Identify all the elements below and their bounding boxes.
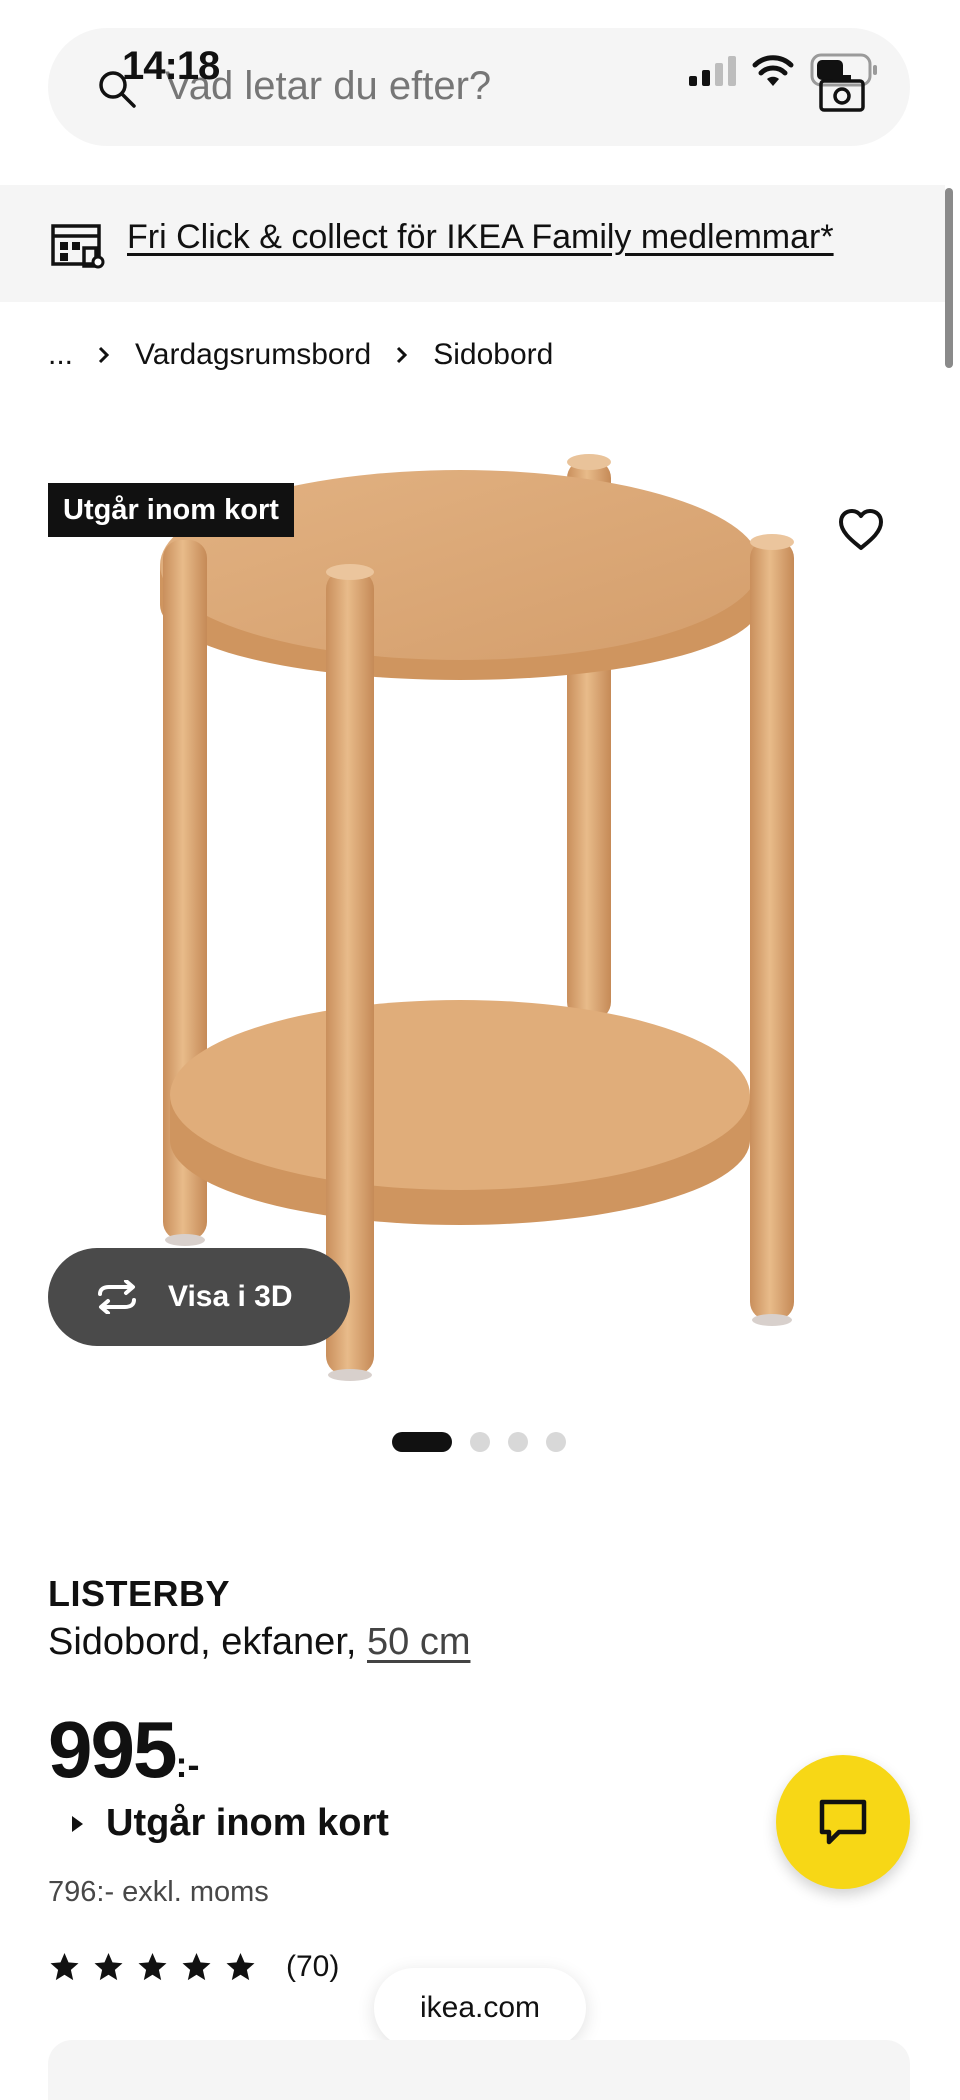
- chat-icon: [819, 1799, 867, 1845]
- star-icon: [50, 1953, 79, 1981]
- product-description-text: Sidobord, ekfaner,: [48, 1621, 357, 1663]
- scrollbar[interactable]: [945, 188, 953, 368]
- breadcrumb-item-sidobord[interactable]: Sidobord: [433, 338, 553, 372]
- availability-text: Utgår inom kort: [106, 1802, 389, 1844]
- star-icon: [94, 1953, 123, 1981]
- breadcrumb-ellipsis[interactable]: ...: [48, 338, 73, 372]
- star-icon: [182, 1953, 211, 1981]
- star-icon: [138, 1953, 167, 1981]
- heart-icon[interactable]: [836, 505, 886, 555]
- triangle-right-icon: [72, 1815, 83, 1832]
- status-time: 14:18: [122, 44, 220, 88]
- price-value: 995: [48, 1705, 177, 1794]
- view-3d-label: Visa i 3D: [168, 1280, 293, 1313]
- store-icon: [51, 224, 105, 269]
- price-suffix: :-: [175, 1744, 200, 1785]
- review-count[interactable]: (70): [286, 1950, 339, 1984]
- carousel-dots: [392, 1432, 566, 1452]
- camera-icon[interactable]: [818, 72, 866, 112]
- rotate-3d-icon: [98, 1280, 136, 1314]
- breadcrumb: ... Vardagsrumsbord Sidobord: [48, 335, 553, 375]
- price: 995:-: [48, 1704, 199, 1796]
- bottom-card: [48, 2040, 910, 2100]
- wifi-icon: [752, 55, 794, 86]
- chat-button[interactable]: [776, 1755, 910, 1889]
- browser-address-pill[interactable]: ikea.com: [374, 1968, 586, 2048]
- star-icon: [226, 1953, 255, 1981]
- availability-toggle[interactable]: Utgår inom kort: [70, 1802, 389, 1845]
- promo-link[interactable]: Fri Click & collect för IKEA Family medl…: [127, 218, 834, 257]
- carousel-dot[interactable]: [546, 1432, 566, 1452]
- price-excl-vat: 796:- exkl. moms: [48, 1876, 269, 1908]
- status-badge: Utgår inom kort: [48, 483, 294, 537]
- carousel-dot[interactable]: [470, 1432, 490, 1452]
- product-name: LISTERBY: [48, 1573, 231, 1614]
- rating[interactable]: (70): [48, 1950, 339, 1984]
- breadcrumb-item-vardagsrumsbord[interactable]: Vardagsrumsbord: [135, 338, 371, 372]
- carousel-dot[interactable]: [392, 1432, 452, 1452]
- chevron-right-icon: [397, 346, 408, 364]
- carousel-dot[interactable]: [508, 1432, 528, 1452]
- size-link[interactable]: 50 cm: [367, 1621, 470, 1663]
- chevron-right-icon: [98, 346, 110, 364]
- view-3d-button[interactable]: Visa i 3D: [48, 1248, 350, 1346]
- cell-signal-icon: [689, 56, 736, 86]
- product-description: Sidobord, ekfaner, 50 cm: [48, 1621, 470, 1664]
